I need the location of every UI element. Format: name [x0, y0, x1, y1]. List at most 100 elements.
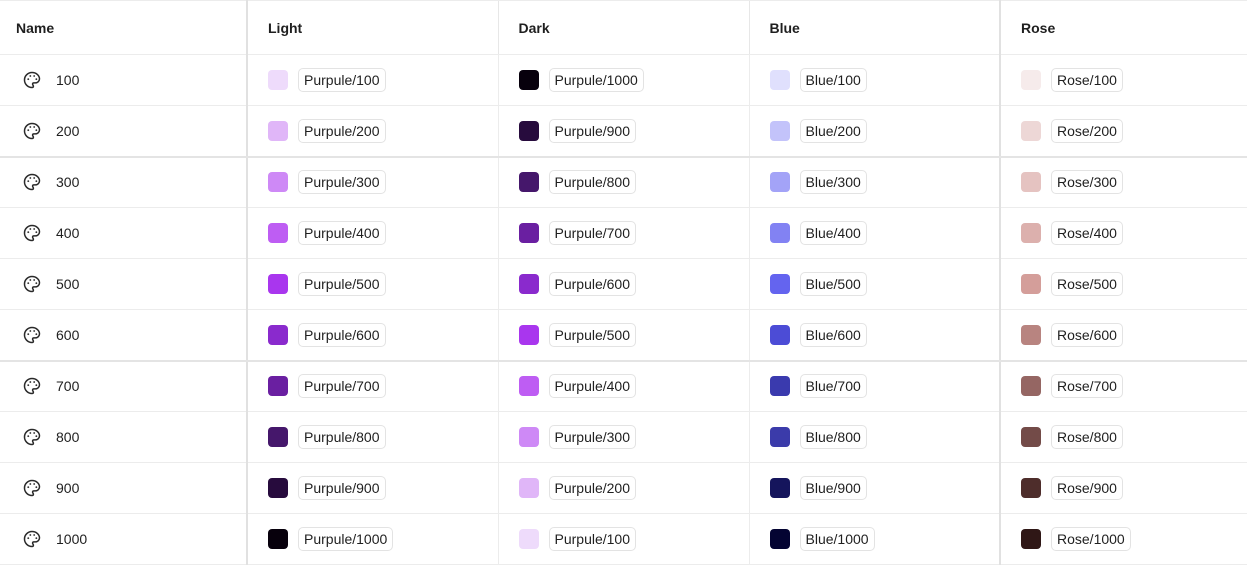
rose-color-swatch[interactable]	[1021, 70, 1041, 90]
light-color-swatch[interactable]	[268, 324, 288, 345]
rose-token-chip[interactable]: Rose/900	[1051, 476, 1123, 500]
dark-token-chip[interactable]: Purpule/800	[548, 170, 637, 195]
rose-token-chip[interactable]: Rose/600	[1051, 322, 1123, 347]
blue-color-swatch[interactable]	[769, 223, 790, 243]
rose-token-chip[interactable]: Rose/700	[1051, 374, 1123, 399]
light-color-swatch[interactable]	[268, 376, 288, 397]
column-header-name[interactable]: Name	[0, 0, 247, 55]
light-color-swatch[interactable]	[268, 120, 288, 141]
blue-token-chip[interactable]: Blue/100	[799, 68, 867, 92]
column-header-light[interactable]: Light	[246, 0, 498, 55]
light-color-swatch[interactable]	[268, 529, 288, 549]
dark-color-swatch[interactable]	[518, 376, 539, 397]
dark-token-chip[interactable]: Purpule/600	[548, 272, 637, 296]
blue-color-swatch[interactable]	[769, 120, 790, 141]
light-color-swatch[interactable]	[268, 478, 288, 498]
dark-color-swatch[interactable]	[518, 529, 539, 549]
dark-color-swatch[interactable]	[518, 120, 539, 141]
blue-token-chip[interactable]: Blue/900	[799, 476, 867, 500]
blue-color-swatch[interactable]	[769, 376, 790, 397]
blue-token-chip[interactable]: Blue/700	[799, 374, 867, 399]
rose-color-swatch[interactable]	[1021, 478, 1041, 498]
table-row[interactable]: 200 Purpule/200 Purpule/900 Blue/200 Rose/20…	[0, 105, 1247, 158]
light-color-swatch[interactable]	[268, 274, 288, 294]
table-row[interactable]: 500 Purpule/500 Purpule/600 Blue/500 Rose/50…	[0, 258, 1247, 310]
column-header-dark[interactable]: Dark	[497, 0, 749, 55]
rose-token-chip[interactable]: Rose/100	[1051, 68, 1123, 92]
blue-color-swatch[interactable]	[769, 70, 790, 90]
rose-color-swatch[interactable]	[1021, 529, 1041, 549]
light-cell: Purpule/700	[246, 360, 498, 412]
light-token-chip[interactable]: Purpule/1000	[298, 527, 394, 551]
blue-color-swatch[interactable]	[769, 324, 790, 345]
dark-token-chip[interactable]: Purpule/700	[548, 221, 637, 245]
blue-token-chip[interactable]: Blue/500	[799, 272, 867, 296]
dark-token-chip[interactable]: Purpule/400	[548, 374, 637, 399]
light-token-chip[interactable]: Purpule/500	[298, 272, 386, 296]
light-token-chip[interactable]: Purpule/200	[298, 118, 386, 143]
palette-icon	[22, 172, 42, 192]
blue-token-chip[interactable]: Blue/800	[799, 425, 867, 449]
rose-color-swatch[interactable]	[1021, 427, 1041, 447]
rose-token-chip[interactable]: Rose/800	[1051, 425, 1123, 449]
dark-token-chip[interactable]: Purpule/200	[548, 476, 637, 500]
light-color-swatch[interactable]	[268, 172, 288, 193]
light-token-chip[interactable]: Purpule/400	[298, 221, 386, 245]
column-header-rose[interactable]: Rose	[999, 0, 1247, 55]
table-row[interactable]: 1000 Purpule/1000 Purpule/100 Blue/1000 Rose…	[0, 513, 1247, 565]
blue-token-chip[interactable]: Blue/400	[799, 221, 867, 245]
dark-color-swatch[interactable]	[518, 324, 539, 345]
light-color-swatch[interactable]	[268, 427, 288, 447]
light-token-chip[interactable]: Purpule/100	[298, 68, 386, 92]
table-row[interactable]: 400 Purpule/400 Purpule/700 Blue/400 Rose/40…	[0, 207, 1247, 259]
dark-color-swatch[interactable]	[518, 70, 539, 90]
blue-token-chip[interactable]: Blue/600	[799, 322, 867, 347]
rose-token-chip[interactable]: Rose/400	[1051, 221, 1123, 245]
dark-token-chip[interactable]: Purpule/100	[548, 527, 637, 551]
dark-color-swatch[interactable]	[518, 478, 539, 498]
table-row[interactable]: 100 Purpule/100 Purpule/1000 Blue/100 Rose/1…	[0, 54, 1247, 106]
blue-color-swatch[interactable]	[769, 529, 790, 549]
rose-color-swatch[interactable]	[1021, 324, 1041, 345]
dark-token-chip[interactable]: Purpule/300	[548, 425, 637, 449]
table-row[interactable]: 300 Purpule/300 Purpule/800 Blue/300 Rose/30…	[0, 156, 1247, 208]
rose-color-swatch[interactable]	[1021, 223, 1041, 243]
name-cell: 300	[0, 156, 247, 208]
rose-token-chip[interactable]: Rose/1000	[1051, 527, 1131, 551]
light-token-chip[interactable]: Purpule/800	[298, 425, 386, 449]
blue-token-chip[interactable]: Blue/300	[799, 170, 867, 195]
light-cell: Purpule/200	[246, 105, 498, 158]
blue-token-chip[interactable]: Blue/1000	[799, 527, 875, 551]
blue-color-swatch[interactable]	[769, 172, 790, 193]
dark-token-chip[interactable]: Purpule/500	[548, 322, 637, 347]
table-row[interactable]: 700 Purpule/700 Purpule/400 Blue/700 Rose/70…	[0, 360, 1247, 412]
table-row[interactable]: 900 Purpule/900 Purpule/200 Blue/900 Rose/90…	[0, 462, 1247, 514]
column-header-blue[interactable]: Blue	[748, 0, 1000, 55]
light-color-swatch[interactable]	[268, 223, 288, 243]
blue-color-swatch[interactable]	[769, 274, 790, 294]
dark-color-swatch[interactable]	[518, 223, 539, 243]
rose-token-chip[interactable]: Rose/500	[1051, 272, 1123, 296]
light-token-chip[interactable]: Purpule/600	[298, 322, 386, 347]
light-token-chip[interactable]: Purpule/700	[298, 374, 386, 399]
rose-color-swatch[interactable]	[1021, 172, 1041, 193]
rose-color-swatch[interactable]	[1021, 274, 1041, 294]
blue-color-swatch[interactable]	[769, 478, 790, 498]
rose-token-chip[interactable]: Rose/300	[1051, 170, 1123, 195]
dark-color-swatch[interactable]	[518, 274, 539, 294]
blue-color-swatch[interactable]	[769, 427, 790, 447]
light-token-chip[interactable]: Purpule/900	[298, 476, 386, 500]
dark-token-chip[interactable]: Purpule/1000	[548, 68, 644, 92]
rose-cell: Rose/500	[999, 258, 1247, 310]
light-color-swatch[interactable]	[268, 70, 288, 90]
table-row[interactable]: 600 Purpule/600 Purpule/500 Blue/600 Rose/60…	[0, 309, 1247, 362]
blue-token-chip[interactable]: Blue/200	[799, 118, 867, 143]
rose-token-chip[interactable]: Rose/200	[1051, 118, 1123, 143]
rose-color-swatch[interactable]	[1021, 376, 1041, 397]
dark-token-chip[interactable]: Purpule/900	[548, 118, 637, 143]
rose-color-swatch[interactable]	[1021, 120, 1041, 141]
table-row[interactable]: 800 Purpule/800 Purpule/300 Blue/800 Rose/80…	[0, 411, 1247, 463]
dark-color-swatch[interactable]	[518, 172, 539, 193]
dark-color-swatch[interactable]	[518, 427, 539, 447]
light-token-chip[interactable]: Purpule/300	[298, 170, 386, 195]
